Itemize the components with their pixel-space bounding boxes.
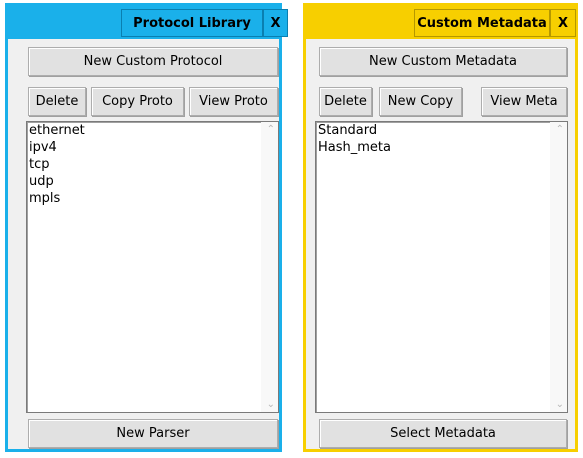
list-item[interactable]: udp xyxy=(27,173,278,190)
metadata-list-scrollbar[interactable]: ⌃ ⌄ xyxy=(550,122,567,412)
list-item[interactable]: Hash_meta xyxy=(316,139,567,156)
new-copy-button[interactable]: New Copy xyxy=(379,87,462,116)
custom-metadata-title: Custom Metadata xyxy=(414,9,550,37)
delete-protocol-button[interactable]: Delete xyxy=(28,87,86,116)
custom-metadata-titlebar: Custom Metadata X xyxy=(305,5,576,39)
chevron-down-icon[interactable]: ⌄ xyxy=(267,399,275,410)
list-item[interactable]: mpls xyxy=(27,190,278,207)
copy-proto-button[interactable]: Copy Proto xyxy=(91,87,184,116)
custom-metadata-close-button[interactable]: X xyxy=(550,9,576,37)
new-custom-metadata-button[interactable]: New Custom Metadata xyxy=(319,47,567,76)
protocol-library-title: Protocol Library xyxy=(121,9,263,37)
view-meta-button[interactable]: View Meta xyxy=(481,87,567,116)
protocol-list[interactable]: ethernet ipv4 tcp udp mpls ⌃ ⌄ xyxy=(26,121,279,413)
chevron-down-icon[interactable]: ⌄ xyxy=(556,399,564,410)
custom-metadata-panel: Custom Metadata X New Custom Metadata De… xyxy=(303,3,578,452)
metadata-list[interactable]: Standard Hash_meta ⌃ ⌄ xyxy=(315,121,568,413)
list-item[interactable]: ipv4 xyxy=(27,139,278,156)
select-metadata-button[interactable]: Select Metadata xyxy=(319,419,567,448)
view-proto-button[interactable]: View Proto xyxy=(189,87,278,116)
chevron-up-icon[interactable]: ⌃ xyxy=(267,124,275,135)
new-parser-button[interactable]: New Parser xyxy=(28,419,278,448)
protocol-library-close-button[interactable]: X xyxy=(263,9,288,37)
delete-metadata-button[interactable]: Delete xyxy=(319,87,372,116)
protocol-library-panel: Protocol Library X New Custom Protocol D… xyxy=(5,3,288,452)
list-item[interactable]: tcp xyxy=(27,156,278,173)
new-custom-protocol-button[interactable]: New Custom Protocol xyxy=(28,47,278,76)
list-item[interactable]: Standard xyxy=(316,122,567,139)
protocol-list-scrollbar[interactable]: ⌃ ⌄ xyxy=(261,122,278,412)
protocol-library-body: New Custom Protocol Delete Copy Proto Vi… xyxy=(8,39,279,449)
list-item[interactable]: ethernet xyxy=(27,122,278,139)
custom-metadata-body: New Custom Metadata Delete New Copy View… xyxy=(306,39,575,449)
protocol-library-titlebar: Protocol Library X xyxy=(7,5,288,39)
chevron-up-icon[interactable]: ⌃ xyxy=(556,124,564,135)
